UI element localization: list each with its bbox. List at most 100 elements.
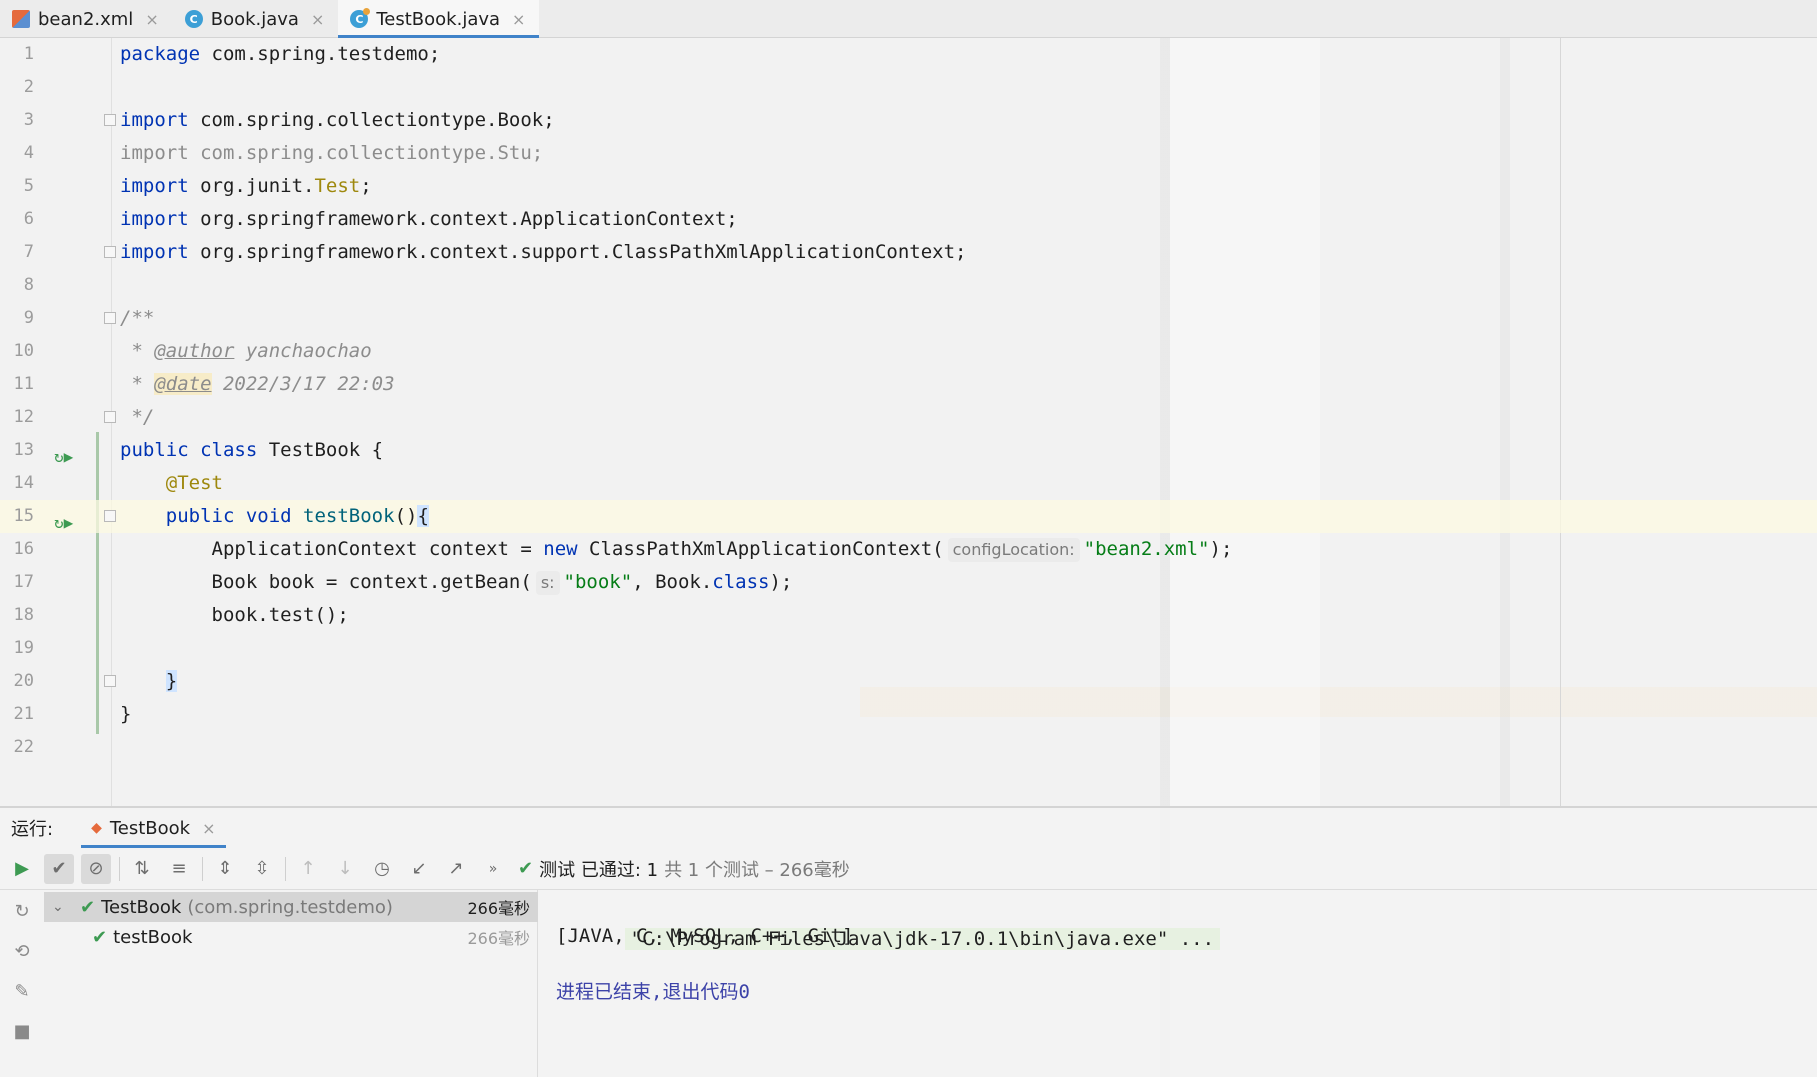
code-line: 16 ApplicationContext context = new Clas…	[0, 533, 1817, 566]
export-tests-icon[interactable]: ↗	[441, 854, 471, 884]
code-line: 17 Book book = context.getBean(s: "book",…	[0, 566, 1817, 599]
line-number: 1	[23, 44, 34, 64]
code-line: 8	[0, 269, 1817, 302]
test-suite-row[interactable]: ⌄ ✔ TestBook (com.spring.testdemo) 266毫秒	[44, 892, 538, 922]
wrench-icon[interactable]: ✎	[9, 976, 35, 1006]
line-number: 20	[13, 671, 34, 691]
line-number: 5	[23, 176, 34, 196]
toggle-auto-test-icon[interactable]: ⟲	[9, 936, 35, 966]
line-number: 19	[13, 638, 34, 658]
line-number: 6	[23, 209, 34, 229]
stop-icon[interactable]: ■	[9, 1016, 35, 1046]
next-failed-icon[interactable]: ↓	[330, 854, 360, 884]
fold-icon[interactable]	[104, 114, 116, 126]
tab-label: TestBook.java	[376, 8, 501, 30]
line-number: 17	[13, 572, 34, 592]
code-line: 19	[0, 632, 1817, 665]
test-case-row[interactable]: ✔ testBook 266毫秒	[44, 922, 538, 952]
parameter-hint: configLocation:	[947, 538, 1080, 562]
run-toolbar: ▶ ✔ ⊘ ⇅ ≡ ⇕ ⇳ ↑ ↓ ◷ ↙ ↗ » ✔ 测试 已通过: 1 共 …	[0, 848, 1817, 890]
line-number: 22	[13, 737, 34, 757]
run-tab-testbook[interactable]: ◆ TestBook ×	[81, 808, 226, 848]
test-results-tree: ⌄ ✔ TestBook (com.spring.testdemo) 266毫秒…	[44, 890, 538, 1077]
rerun-icon[interactable]: ▶	[7, 854, 37, 884]
line-number: 14	[13, 473, 34, 493]
test-status: ✔ 测试 已通过: 1 共 1 个测试 – 266毫秒	[518, 856, 850, 882]
close-icon[interactable]: ×	[311, 10, 324, 29]
toolbar-separator	[119, 856, 120, 881]
show-passed-icon[interactable]: ✔	[44, 853, 74, 884]
history-icon[interactable]: ◷	[367, 854, 397, 884]
run-tab-label: TestBook	[109, 817, 191, 839]
code-line: 4 import com.spring.collectiontype.Stu;	[0, 137, 1817, 170]
more-icon[interactable]: »	[478, 854, 508, 884]
line-number: 9	[23, 308, 34, 328]
console-line: [JAVA, C, MySQL, C++, Git]	[556, 925, 854, 947]
code-line: 11 * @date 2022/3/17 22:03	[0, 368, 1817, 401]
test-suite-name: TestBook	[101, 896, 182, 918]
code-line: 14 @Test	[0, 467, 1817, 500]
line-number: 11	[13, 374, 34, 394]
test-status-summary: 共 1 个测试 – 266毫秒	[664, 859, 850, 881]
previous-failed-icon[interactable]: ↑	[293, 854, 323, 884]
close-icon[interactable]: ×	[202, 819, 215, 838]
line-number: 21	[13, 704, 34, 724]
close-icon[interactable]: ×	[512, 10, 525, 29]
code-line: 13 ↻▶ public class TestBook {	[0, 434, 1817, 467]
code-line: 3 import com.spring.collectiontype.Book;	[0, 104, 1817, 137]
collapse-all-icon[interactable]: ⇳	[247, 854, 277, 884]
line-number: 16	[13, 539, 34, 559]
code-line: 6 import org.springframework.context.App…	[0, 203, 1817, 236]
code-line: 22	[0, 731, 1817, 764]
run-test-icon[interactable]: ↻▶	[54, 440, 74, 466]
passed-check-icon: ✔	[92, 926, 108, 948]
code-line: 9 /**	[0, 302, 1817, 335]
rerun-failed-icon[interactable]: ↻	[9, 896, 35, 926]
test-duration: 266毫秒	[467, 929, 530, 948]
code-line: 21 }	[0, 698, 1817, 731]
code-editor[interactable]: 1 package com.spring.testdemo; 2 3 impor…	[0, 38, 1817, 806]
fold-icon[interactable]	[104, 246, 116, 258]
console-exit-message: 进程已结束,退出代码0	[556, 981, 750, 1003]
line-number: 7	[23, 242, 34, 262]
line-number: 13	[13, 440, 34, 460]
line-number: 10	[13, 341, 34, 361]
fold-icon[interactable]	[104, 312, 116, 324]
run-side-toolbar: ↻ ⟲ ✎ ■	[0, 890, 44, 1077]
fold-icon[interactable]	[104, 510, 116, 522]
line-number: 4	[23, 143, 34, 163]
import-tests-icon[interactable]: ↙	[404, 854, 434, 884]
current-code-line: 15 ↻▶ public void testBook(){	[0, 500, 1817, 533]
tab-book-java[interactable]: C Book.java ×	[173, 0, 339, 38]
run-config-icon: ◆	[91, 820, 102, 836]
run-tool-window: 运行: ◆ TestBook × ▶ ✔ ⊘ ⇅ ≡ ⇕ ⇳ ↑ ↓ ◷ ↙ ↗…	[0, 806, 1817, 1077]
code-line: 18 book.test();	[0, 599, 1817, 632]
line-number: 12	[13, 407, 34, 427]
line-number: 18	[13, 605, 34, 625]
line-number: 2	[23, 77, 34, 97]
chevron-down-icon[interactable]: ⌄	[52, 899, 70, 915]
code-line: 10 * @author yanchaochao	[0, 335, 1817, 368]
code-line: 2	[0, 71, 1817, 104]
show-ignored-icon[interactable]: ⊘	[81, 853, 111, 884]
code-line: 5 import org.junit.Test;	[0, 170, 1817, 203]
tab-label: bean2.xml	[38, 8, 134, 30]
sort-by-duration-icon[interactable]: ≡	[164, 854, 194, 884]
console-output[interactable]: "C:\Program Files\Java\jdk-17.0.1\bin\ja…	[540, 890, 1817, 1077]
java-class-icon: C	[184, 10, 203, 28]
fold-icon[interactable]	[104, 675, 116, 687]
tab-bean2-xml[interactable]: bean2.xml ×	[0, 0, 173, 38]
code-line: 20 }	[0, 665, 1817, 698]
tab-testbook-java[interactable]: C TestBook.java ×	[338, 0, 540, 38]
code-line: 7 import org.springframework.context.sup…	[0, 236, 1817, 269]
xml-file-icon	[12, 10, 30, 28]
test-suite-package: (com.spring.testdemo)	[187, 896, 393, 918]
sort-alphabetically-icon[interactable]: ⇅	[127, 854, 157, 884]
run-test-icon[interactable]: ↻▶	[54, 506, 74, 532]
test-case-name: testBook	[113, 926, 193, 948]
text-caret: {	[417, 505, 429, 527]
expand-all-icon[interactable]: ⇕	[210, 854, 240, 884]
code-line: 12 */	[0, 401, 1817, 434]
fold-icon[interactable]	[104, 411, 116, 423]
close-icon[interactable]: ×	[145, 10, 158, 29]
